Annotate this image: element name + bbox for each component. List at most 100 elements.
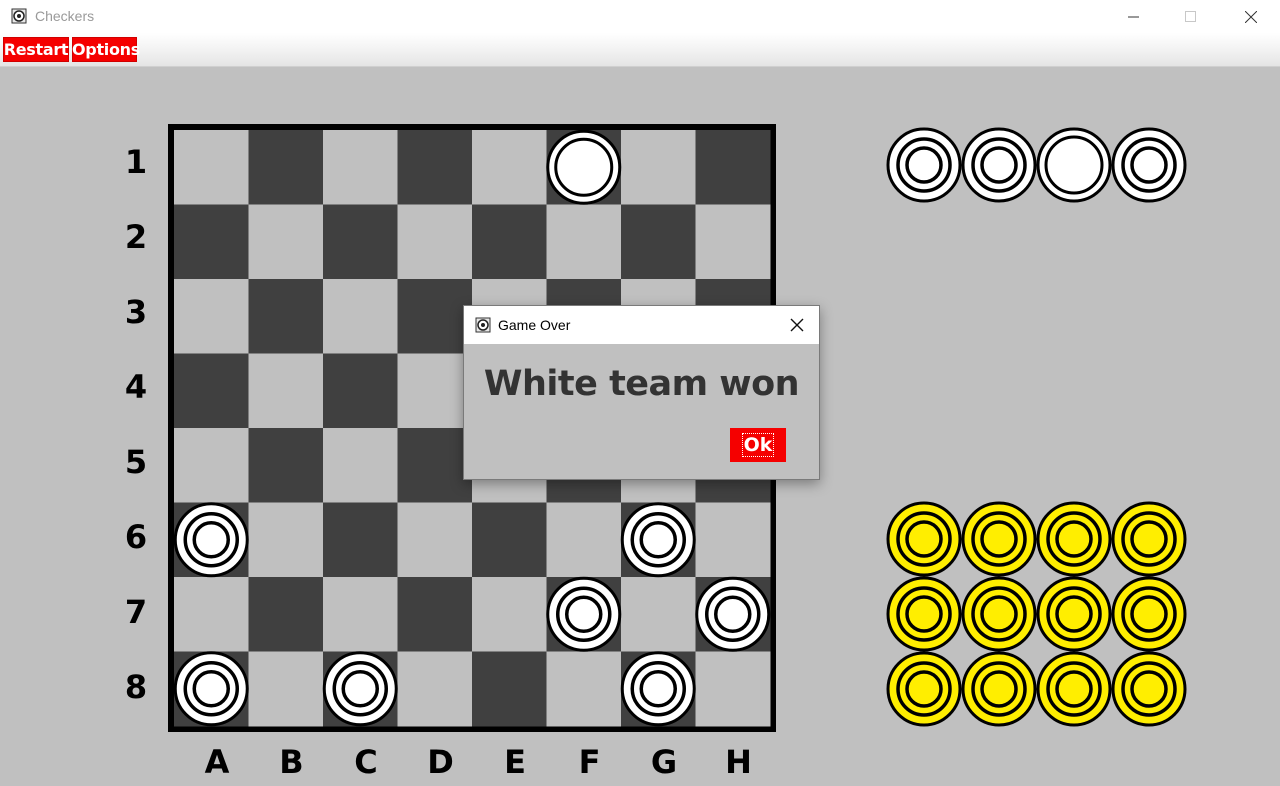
- captured-yellow-piece: [1111, 576, 1187, 652]
- piece-white-G6[interactable]: [620, 502, 696, 578]
- board-square-E2[interactable]: [472, 204, 547, 280]
- col-label-C: C: [354, 743, 378, 781]
- dialog-titlebar: Game Over: [464, 306, 819, 344]
- col-label-A: A: [204, 743, 230, 781]
- window-title: Checkers: [35, 8, 95, 24]
- maximize-button[interactable]: [1168, 0, 1214, 33]
- board-square-B4[interactable]: [248, 353, 324, 429]
- board-square-H1[interactable]: [695, 130, 771, 205]
- board-square-E8[interactable]: [472, 651, 547, 727]
- menu-bar: Restart Options: [0, 33, 1280, 67]
- col-label-B: B: [279, 743, 304, 781]
- piece-white-A8[interactable]: [173, 651, 249, 727]
- board-square-F2[interactable]: [546, 204, 622, 280]
- board-square-C4[interactable]: [323, 353, 398, 429]
- board-square-G2[interactable]: [621, 204, 696, 280]
- board-square-B5[interactable]: [248, 428, 324, 503]
- restart-button[interactable]: Restart: [3, 37, 69, 62]
- row-label-4: 4: [124, 368, 148, 406]
- board-square-H6[interactable]: [695, 502, 771, 578]
- captured-yellow-piece: [1036, 651, 1112, 727]
- board-square-A3[interactable]: [174, 279, 249, 354]
- board-square-E1[interactable]: [472, 130, 547, 205]
- app-icon: [11, 8, 27, 24]
- close-icon: [790, 318, 804, 332]
- board-square-A5[interactable]: [174, 428, 249, 503]
- board-square-C5[interactable]: [323, 428, 398, 503]
- col-label-H: H: [725, 743, 752, 781]
- captured-white-piece: [1111, 127, 1187, 203]
- game-over-dialog: Game Over White team won Ok: [463, 305, 820, 480]
- piece-white-C8[interactable]: [322, 651, 398, 727]
- board-square-A4[interactable]: [174, 353, 249, 429]
- ok-button[interactable]: Ok: [730, 428, 786, 462]
- board-square-G1[interactable]: [621, 130, 696, 205]
- captured-yellow-piece: [886, 576, 962, 652]
- piece-white-F7[interactable]: [546, 576, 622, 652]
- board-square-D8[interactable]: [397, 651, 473, 727]
- row-label-8: 8: [124, 668, 148, 706]
- captured-yellow-piece: [1111, 501, 1187, 577]
- board-square-D6[interactable]: [397, 502, 473, 578]
- board-square-A1[interactable]: [174, 130, 249, 205]
- row-label-6: 6: [124, 518, 148, 556]
- piece-white-G8[interactable]: [620, 651, 696, 727]
- piece-white-H7[interactable]: [695, 576, 771, 652]
- board-square-C2[interactable]: [323, 204, 398, 280]
- board-square-B7[interactable]: [248, 577, 324, 652]
- board-square-C3[interactable]: [323, 279, 398, 354]
- close-window-button[interactable]: [1228, 0, 1274, 33]
- board-square-A7[interactable]: [174, 577, 249, 652]
- row-label-2: 2: [124, 218, 148, 256]
- piece-white-A6[interactable]: [173, 502, 249, 578]
- captured-yellow-piece: [961, 651, 1037, 727]
- dialog-title: Game Over: [498, 317, 571, 333]
- minimize-icon: [1128, 16, 1139, 18]
- board-square-H8[interactable]: [695, 651, 771, 727]
- app-icon: [475, 317, 491, 333]
- board-square-C6[interactable]: [323, 502, 398, 578]
- board-square-F6[interactable]: [546, 502, 622, 578]
- close-icon: [1245, 11, 1257, 23]
- captured-yellow-piece: [961, 501, 1037, 577]
- captured-yellow-piece: [1111, 651, 1187, 727]
- board-square-C1[interactable]: [323, 130, 398, 205]
- dialog-message: White team won: [483, 364, 800, 404]
- captured-white-piece: [886, 127, 962, 203]
- options-button[interactable]: Options: [72, 37, 140, 62]
- board-square-B2[interactable]: [248, 204, 324, 280]
- board-square-C7[interactable]: [323, 577, 398, 652]
- board-square-D4[interactable]: [397, 353, 473, 429]
- dialog-close-button[interactable]: [783, 311, 811, 339]
- captured-yellow-piece: [886, 651, 962, 727]
- board-square-G7[interactable]: [621, 577, 696, 652]
- board-square-B6[interactable]: [248, 502, 324, 578]
- captured-yellow-piece: [961, 576, 1037, 652]
- board-square-D1[interactable]: [397, 130, 473, 205]
- board-square-E6[interactable]: [472, 502, 547, 578]
- col-label-E: E: [504, 743, 526, 781]
- captured-yellow-piece: [1036, 501, 1112, 577]
- ok-label: Ok: [741, 433, 775, 457]
- col-label-D: D: [427, 743, 454, 781]
- board-square-D2[interactable]: [397, 204, 473, 280]
- captured-yellow-piece: [1036, 576, 1112, 652]
- row-label-7: 7: [124, 593, 148, 631]
- king-piece-white-F1[interactable]: [546, 129, 622, 205]
- board-square-D3[interactable]: [397, 279, 473, 354]
- board-square-B8[interactable]: [248, 651, 324, 727]
- board-square-F8[interactable]: [546, 651, 622, 727]
- board-square-B1[interactable]: [248, 130, 324, 205]
- row-label-1: 1: [124, 143, 148, 181]
- board-square-D7[interactable]: [397, 577, 473, 652]
- maximize-icon: [1185, 11, 1196, 22]
- col-label-G: G: [650, 743, 678, 781]
- board-square-A2[interactable]: [174, 204, 249, 280]
- board-square-D5[interactable]: [397, 428, 473, 503]
- row-label-5: 5: [124, 443, 148, 481]
- board-square-E7[interactable]: [472, 577, 547, 652]
- captured-yellow-piece: [886, 501, 962, 577]
- minimize-button[interactable]: [1111, 0, 1157, 33]
- board-square-B3[interactable]: [248, 279, 324, 354]
- board-square-H2[interactable]: [695, 204, 771, 280]
